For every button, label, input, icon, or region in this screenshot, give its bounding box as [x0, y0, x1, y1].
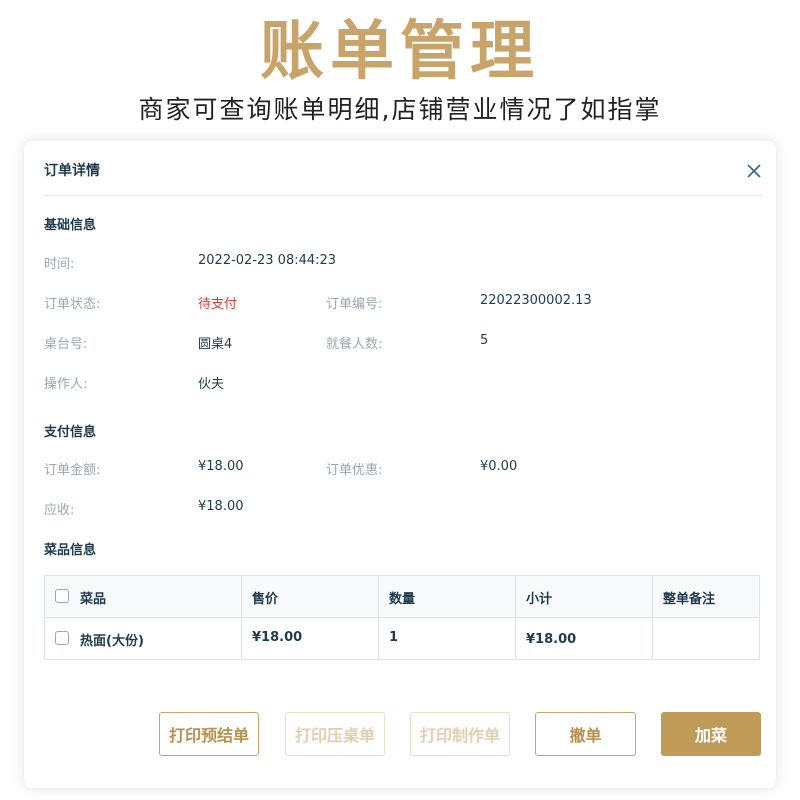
time-label: 时间: — [44, 257, 75, 272]
close-icon[interactable] — [746, 163, 762, 179]
receivable-value: ¥18.00 — [198, 499, 244, 514]
diners-count-value: 5 — [480, 333, 489, 348]
hero-title: 账单管理 — [260, 15, 540, 89]
hero-subtitle: 商家可查询账单明细,店铺营业情况了如指掌 — [138, 95, 662, 124]
payment-info-title: 支付信息 — [44, 425, 97, 440]
dish-cell: 热面(大份) — [45, 618, 242, 660]
table-row[interactable]: 热面(大份) ¥18.00 1 ¥18.00 — [45, 618, 759, 660]
table-header: 菜品 售价 数量 小计 整单备注 — [45, 576, 759, 618]
dish-subtotal: ¥18.00 — [526, 632, 577, 647]
quantity-cell: 1 — [379, 618, 516, 660]
operator-label: 操作人: — [44, 377, 88, 392]
column-price: 售价 — [242, 576, 379, 617]
diners-count-label: 就餐人数: — [326, 337, 383, 352]
dish-name: 热面(大份) — [80, 634, 144, 649]
column-dish-label: 菜品 — [80, 592, 107, 607]
column-subtotal: 小计 — [516, 576, 653, 617]
order-discount-label: 订单优惠: — [326, 463, 383, 478]
order-amount-label: 订单金额: — [44, 463, 101, 478]
add-dish-button[interactable]: 加菜 — [661, 712, 761, 756]
column-quantity-label: 数量 — [389, 592, 416, 607]
time-value: 2022-02-23 08:44:23 — [198, 253, 337, 268]
dish-quantity: 1 — [389, 630, 399, 645]
order-number-label: 订单编号: — [326, 297, 383, 312]
column-order-note: 整单备注 — [653, 576, 759, 617]
select-all-checkbox[interactable] — [55, 589, 69, 603]
order-amount-value: ¥18.00 — [198, 459, 244, 474]
operator-value: 伙夫 — [198, 377, 225, 392]
order-number-value: 22022300002.13 — [480, 293, 592, 308]
column-order-note-label: 整单备注 — [663, 592, 716, 607]
price-cell: ¥18.00 — [242, 618, 379, 660]
print-prebill-button[interactable]: 打印预结单 — [159, 712, 259, 756]
table-number-label: 桌台号: — [44, 337, 88, 352]
column-dish: 菜品 — [45, 576, 242, 617]
dialog-header: 订单详情 — [44, 141, 762, 196]
order-status-label: 订单状态: — [44, 297, 101, 312]
dish-table: 菜品 售价 数量 小计 整单备注 热面(大份) ¥18.00 1 ¥18.00 — [44, 575, 760, 660]
table-number-value: 圆桌4 — [198, 337, 233, 352]
print-kitchen-ticket-button[interactable]: 打印制作单 — [410, 712, 510, 756]
dish-info-title: 菜品信息 — [44, 543, 97, 558]
order-detail-dialog: 订单详情 基础信息 时间: 2022-02-23 08:44:23 订单状态: … — [24, 141, 776, 788]
dialog-title: 订单详情 — [44, 163, 100, 179]
receivable-label: 应收: — [44, 503, 75, 518]
column-quantity: 数量 — [379, 576, 516, 617]
order-status-value: 待支付 — [198, 297, 238, 312]
order-discount-value: ¥0.00 — [480, 459, 518, 474]
row-checkbox[interactable] — [55, 631, 69, 645]
print-table-ticket-button[interactable]: 打印压桌单 — [285, 712, 385, 756]
cancel-order-button[interactable]: 撤单 — [535, 712, 636, 756]
column-price-label: 售价 — [252, 592, 279, 607]
column-subtotal-label: 小计 — [526, 592, 553, 607]
dish-price: ¥18.00 — [252, 630, 303, 645]
basic-info-title: 基础信息 — [44, 218, 97, 233]
subtotal-cell: ¥18.00 — [516, 618, 653, 660]
note-cell — [653, 618, 759, 660]
